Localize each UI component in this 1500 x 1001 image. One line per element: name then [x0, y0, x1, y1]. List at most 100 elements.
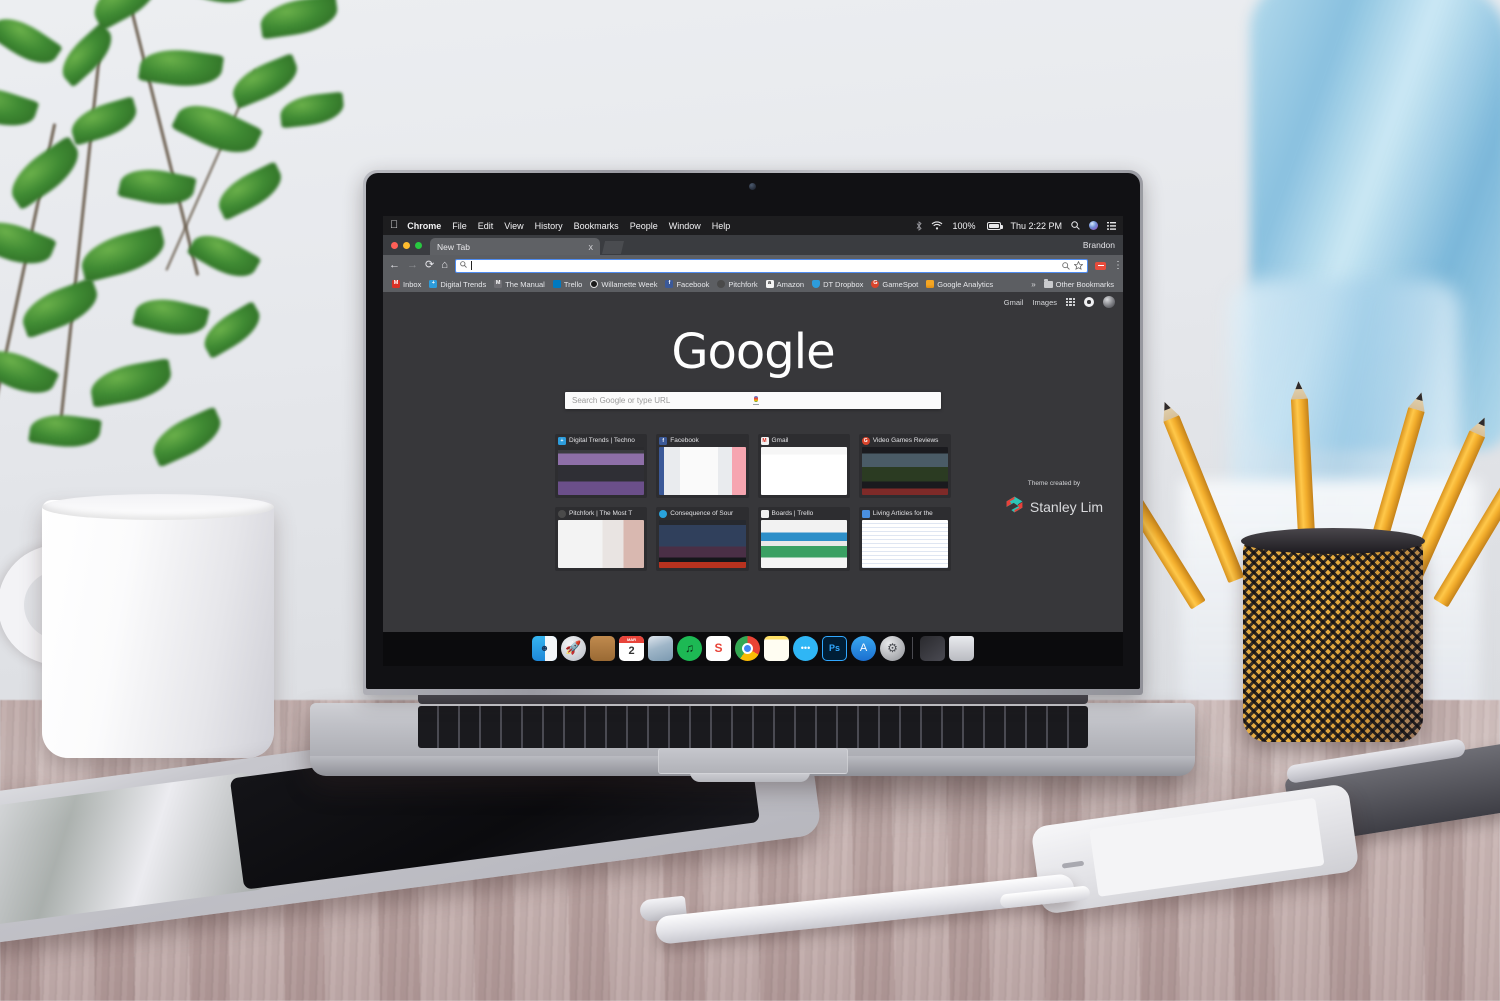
- window-controls: [383, 242, 430, 255]
- laptop-keyboard[interactable]: [418, 706, 1088, 748]
- reload-button[interactable]: ⟳: [425, 260, 434, 271]
- bookmark-facebook[interactable]: f Facebook: [661, 280, 713, 289]
- dock-item-spotify[interactable]: ♫: [677, 635, 702, 661]
- dock-item-app-store[interactable]: A: [851, 635, 876, 661]
- the-manual-icon: M: [494, 280, 503, 288]
- tile-title: Digital Trends | Techno: [569, 437, 635, 444]
- dock-item-notes[interactable]: [764, 635, 789, 661]
- tab-title: New Tab: [437, 241, 470, 252]
- dock-item-launchpad[interactable]: 🚀: [561, 635, 586, 661]
- menu-window[interactable]: Window: [669, 221, 701, 231]
- maximize-window-button[interactable]: [415, 242, 422, 249]
- facetime-camera: [749, 183, 756, 190]
- wifi-icon[interactable]: [931, 221, 943, 230]
- menu-file[interactable]: File: [452, 221, 467, 231]
- tile-thumbnail: [861, 520, 948, 568]
- microphone-icon[interactable]: [753, 396, 934, 405]
- omnibox-zoom-icon[interactable]: [1062, 257, 1070, 275]
- tile-thumbnail: [558, 447, 645, 495]
- bookmark-dt-dropbox[interactable]: DT Dropbox: [808, 280, 867, 289]
- close-tab-icon[interactable]: x: [589, 242, 594, 252]
- gmail-link[interactable]: Gmail: [1004, 298, 1024, 307]
- dock-item-contacts[interactable]: [590, 635, 615, 661]
- avatar[interactable]: [1103, 296, 1115, 308]
- dock-item-messages[interactable]: •••: [793, 635, 818, 661]
- tile-facebook[interactable]: f Facebook: [656, 434, 749, 498]
- forward-button[interactable]: →: [407, 260, 418, 271]
- spotlight-search-icon[interactable]: [1071, 221, 1080, 230]
- minimize-window-button[interactable]: [403, 242, 410, 249]
- tile-header: Consequence of Sour: [656, 507, 748, 520]
- tile-header: + Digital Trends | Techno: [555, 434, 647, 447]
- notification-dot-icon[interactable]: [1084, 297, 1094, 307]
- theme-author-name: Stanley Lim: [1029, 499, 1104, 515]
- bookmark-amazon[interactable]: a Amazon: [762, 280, 809, 289]
- tile-title: Facebook: [670, 437, 699, 444]
- bookmark-inbox[interactable]: M Inbox: [388, 280, 425, 289]
- dock-item-calendar[interactable]: MAR 2: [619, 635, 644, 661]
- chrome-menu-icon[interactable]: ⋮: [1113, 260, 1123, 270]
- macos-menu-bar:  Chrome File Edit View History Bookmark…: [383, 216, 1123, 235]
- new-tab-button[interactable]: [602, 241, 624, 254]
- dock-item-trash[interactable]: [949, 635, 974, 661]
- images-link[interactable]: Images: [1032, 298, 1057, 307]
- menu-chrome[interactable]: Chrome: [407, 221, 441, 231]
- bookmark-star-icon[interactable]: [1073, 257, 1084, 275]
- home-button[interactable]: ⌂: [441, 260, 448, 271]
- menu-edit[interactable]: Edit: [478, 221, 494, 231]
- profile-name[interactable]: Brandon: [1083, 240, 1123, 255]
- bookmark-digital-trends[interactable]: + Digital Trends: [425, 280, 490, 289]
- dock-item-finder[interactable]: ☻: [532, 635, 557, 661]
- tile-consequence-of-sound[interactable]: Consequence of Sour: [656, 507, 749, 571]
- bookmarks-overflow-button[interactable]: »: [1027, 280, 1039, 289]
- tile-living-articles[interactable]: Living Articles for the: [858, 507, 951, 571]
- dock-item-skitch[interactable]: S: [706, 635, 731, 661]
- back-button[interactable]: ←: [389, 260, 400, 271]
- tile-header: Boards | Trello: [758, 507, 850, 520]
- tile-digital-trends[interactable]: + Digital Trends | Techno: [555, 434, 648, 498]
- dock-item-system-preferences[interactable]: ⚙: [880, 635, 905, 661]
- tile-title: Video Games Reviews: [872, 437, 939, 444]
- bookmark-pitchfork[interactable]: Pitchfork: [713, 280, 761, 289]
- bluetooth-icon[interactable]: [916, 220, 923, 231]
- dock-item-photos[interactable]: [648, 635, 673, 661]
- tablet-reflection: [0, 771, 267, 928]
- tile-header: Pitchfork | The Most T: [555, 507, 647, 520]
- dock-item-chrome[interactable]: [735, 635, 760, 661]
- dock-item-photoshop[interactable]: Ps: [822, 635, 847, 661]
- menubar-clock[interactable]: Thu 2:22 PM: [1010, 221, 1062, 231]
- laptop-trackpad[interactable]: [658, 748, 848, 774]
- tile-trello-boards[interactable]: Boards | Trello: [757, 507, 850, 571]
- tile-pitchfork[interactable]: Pitchfork | The Most T: [555, 507, 648, 571]
- menu-view[interactable]: View: [504, 221, 523, 231]
- dock-item-recent[interactable]: [920, 635, 945, 661]
- other-bookmarks-folder[interactable]: Other Bookmarks: [1040, 278, 1118, 289]
- tile-gmail[interactable]: M Gmail: [757, 434, 850, 498]
- bookmark-label: Willamette Week: [601, 279, 658, 289]
- bookmark-the-manual[interactable]: M The Manual: [490, 280, 549, 289]
- ntp-search-placeholder: Search Google or type URL: [572, 396, 671, 405]
- phone-speaker: [1061, 860, 1085, 869]
- ntp-search-box[interactable]: Search Google or type URL: [565, 392, 941, 409]
- menu-people[interactable]: People: [630, 221, 658, 231]
- pencil-cup-rim: [1241, 528, 1425, 554]
- bookmark-willamette-week[interactable]: Willamette Week: [586, 280, 661, 289]
- siri-icon[interactable]: [1089, 221, 1098, 230]
- menu-help[interactable]: Help: [712, 221, 731, 231]
- battery-icon[interactable]: [984, 221, 1004, 230]
- tile-video-games-reviews[interactable]: G Video Games Reviews: [858, 434, 951, 498]
- bookmark-google-analytics[interactable]: Google Analytics: [922, 280, 997, 289]
- bookmark-trello[interactable]: Trello: [549, 280, 586, 289]
- address-bar[interactable]: [454, 257, 1088, 275]
- notification-center-icon[interactable]: [1107, 221, 1116, 230]
- tile-thumbnail: [659, 447, 746, 495]
- extension-icon[interactable]: [1095, 261, 1106, 270]
- close-window-button[interactable]: [391, 242, 398, 249]
- bookmark-gamespot[interactable]: G GameSpot: [867, 280, 922, 289]
- bookmark-label: Facebook: [676, 279, 710, 289]
- menu-bookmarks[interactable]: Bookmarks: [574, 221, 619, 231]
- menu-history[interactable]: History: [535, 221, 563, 231]
- apps-grid-icon[interactable]: [1066, 297, 1075, 307]
- browser-tab-new-tab[interactable]: New Tab x: [430, 238, 600, 255]
- apple-logo-icon[interactable]: : [390, 220, 398, 231]
